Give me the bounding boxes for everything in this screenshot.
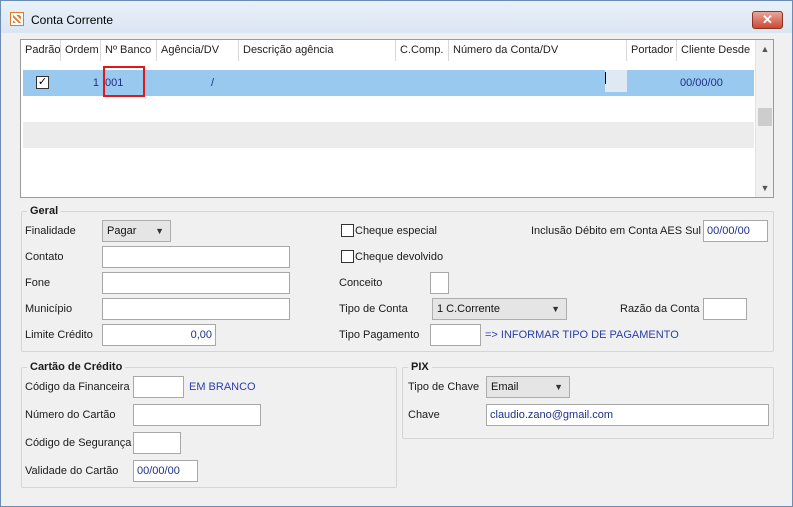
codigo-seguranca-label: Código de Segurança [25,437,132,449]
close-button[interactable]: ✕ [752,11,783,29]
fone-label: Fone [25,277,51,289]
numero-cartao-label: Número do Cartão [25,409,116,421]
validade-cartao-field[interactable]: 00/00/00 [133,460,198,482]
codigo-financeira-label: Código da Financeira [25,381,130,393]
chevron-up-icon[interactable]: ▲ [760,44,770,54]
conceito-field[interactable] [430,272,449,294]
tipo-chave-label: Tipo de Chave [408,381,480,393]
table-row[interactable]: ✓ 1 001 / 00/00/00 [23,66,754,97]
tipo-conta-select[interactable]: 1 C.Corrente ▼ [432,298,567,320]
table-row[interactable] [23,148,754,174]
tipo-conta-label: Tipo de Conta [339,303,408,315]
column-header-numero-conta[interactable]: Número da Conta/DV [449,40,627,61]
finalidade-label: Finalidade [25,225,76,237]
chevron-down-icon: ▼ [155,226,164,236]
limite-credito-field[interactable]: 0,00 [102,324,216,346]
cell-agencia: / [211,77,215,89]
accounts-grid[interactable]: Padrão Ordem Nº Banco Agência/DV Descriç… [20,39,774,198]
cheque-especial-checkbox[interactable] [341,224,354,237]
geral-title: Geral [27,205,62,217]
vertical-scrollbar[interactable]: ▲ ▼ [755,40,773,197]
table-row[interactable] [23,122,754,148]
tipo-conta-value: 1 C.Corrente [437,303,500,315]
table-row[interactable] [23,96,754,122]
highlight-box [103,66,145,97]
tipo-pagamento-hint: => INFORMAR TIPO DE PAGAMENTO [485,329,679,341]
column-header-ordem[interactable]: Ordem [61,40,101,61]
contato-label: Contato [25,251,64,263]
finalidade-value: Pagar [107,225,137,237]
cheque-devolvido-checkbox[interactable] [341,250,354,263]
title-bar[interactable]: Conta Corrente ✕ [1,1,792,33]
codigo-financeira-field[interactable] [133,376,184,398]
tipo-pagamento-field[interactable] [430,324,481,346]
cheque-devolvido-label[interactable]: Cheque devolvido [355,251,443,263]
conta-corrente-window: Conta Corrente ✕ Padrão Ordem Nº Banco A… [0,0,793,507]
grid-header: Padrão Ordem Nº Banco Agência/DV Descriç… [21,40,754,61]
column-header-cliente-desde[interactable]: Cliente Desde [677,40,754,61]
dialog-body: Padrão Ordem Nº Banco Agência/DV Descriç… [8,34,785,501]
cell-cliente-desde: 00/00/00 [680,77,723,89]
geral-group: Geral Finalidade Pagar ▼ Contato Fone Mu… [21,205,774,352]
chevron-down-icon: ▼ [554,382,563,392]
contato-field[interactable] [102,246,290,268]
column-header-portador[interactable]: Portador [627,40,677,61]
razao-conta-label: Razão da Conta [620,303,700,315]
finalidade-select[interactable]: Pagar ▼ [102,220,171,242]
column-header-descricao[interactable]: Descrição agência [239,40,396,61]
numero-cartao-field[interactable] [133,404,261,426]
window-title: Conta Corrente [31,13,114,27]
codigo-seguranca-field[interactable] [133,432,181,454]
limite-credito-label: Limite Crédito [25,329,93,341]
inclusao-debito-label: Inclusão Débito em Conta AES Sul [531,225,701,237]
text-cursor [605,70,627,92]
pix-title: PIX [408,361,432,373]
validade-cartao-label: Validade do Cartão [25,465,119,477]
codigo-financeira-hint: EM BRANCO [189,381,256,393]
cell-ordem: 1 [92,77,99,89]
chave-label: Chave [408,409,440,421]
tipo-chave-value: Email [491,381,519,393]
tipo-chave-select[interactable]: Email ▼ [486,376,570,398]
column-header-ccomp[interactable]: C.Comp. [396,40,449,61]
column-header-banco[interactable]: Nº Banco [101,40,157,61]
chevron-down-icon[interactable]: ▼ [760,183,770,193]
conceito-label: Conceito [339,277,383,289]
column-header-agencia[interactable]: Agência/DV [157,40,239,61]
fone-field[interactable] [102,272,290,294]
tipo-pagamento-label: Tipo Pagamento [339,329,420,341]
municipio-field[interactable] [102,298,290,320]
inclusao-debito-field[interactable]: 00/00/00 [703,220,768,242]
scroll-thumb[interactable] [758,108,772,126]
cartao-credito-title: Cartão de Crédito [27,361,126,373]
app-icon [10,12,24,26]
cartao-credito-group: Cartão de Crédito Código da Financeira E… [21,361,397,488]
cheque-especial-label[interactable]: Cheque especial [355,225,437,237]
chevron-down-icon: ▼ [551,304,560,314]
razao-conta-field[interactable] [703,298,747,320]
municipio-label: Município [25,303,73,315]
pix-group: PIX Tipo de Chave Email ▼ Chave claudio.… [402,361,774,439]
check-icon: ✓ [37,76,48,88]
padrao-checkbox[interactable]: ✓ [36,76,49,89]
column-header-padrao[interactable]: Padrão [21,40,61,61]
chave-field[interactable]: claudio.zano@gmail.com [486,404,769,426]
